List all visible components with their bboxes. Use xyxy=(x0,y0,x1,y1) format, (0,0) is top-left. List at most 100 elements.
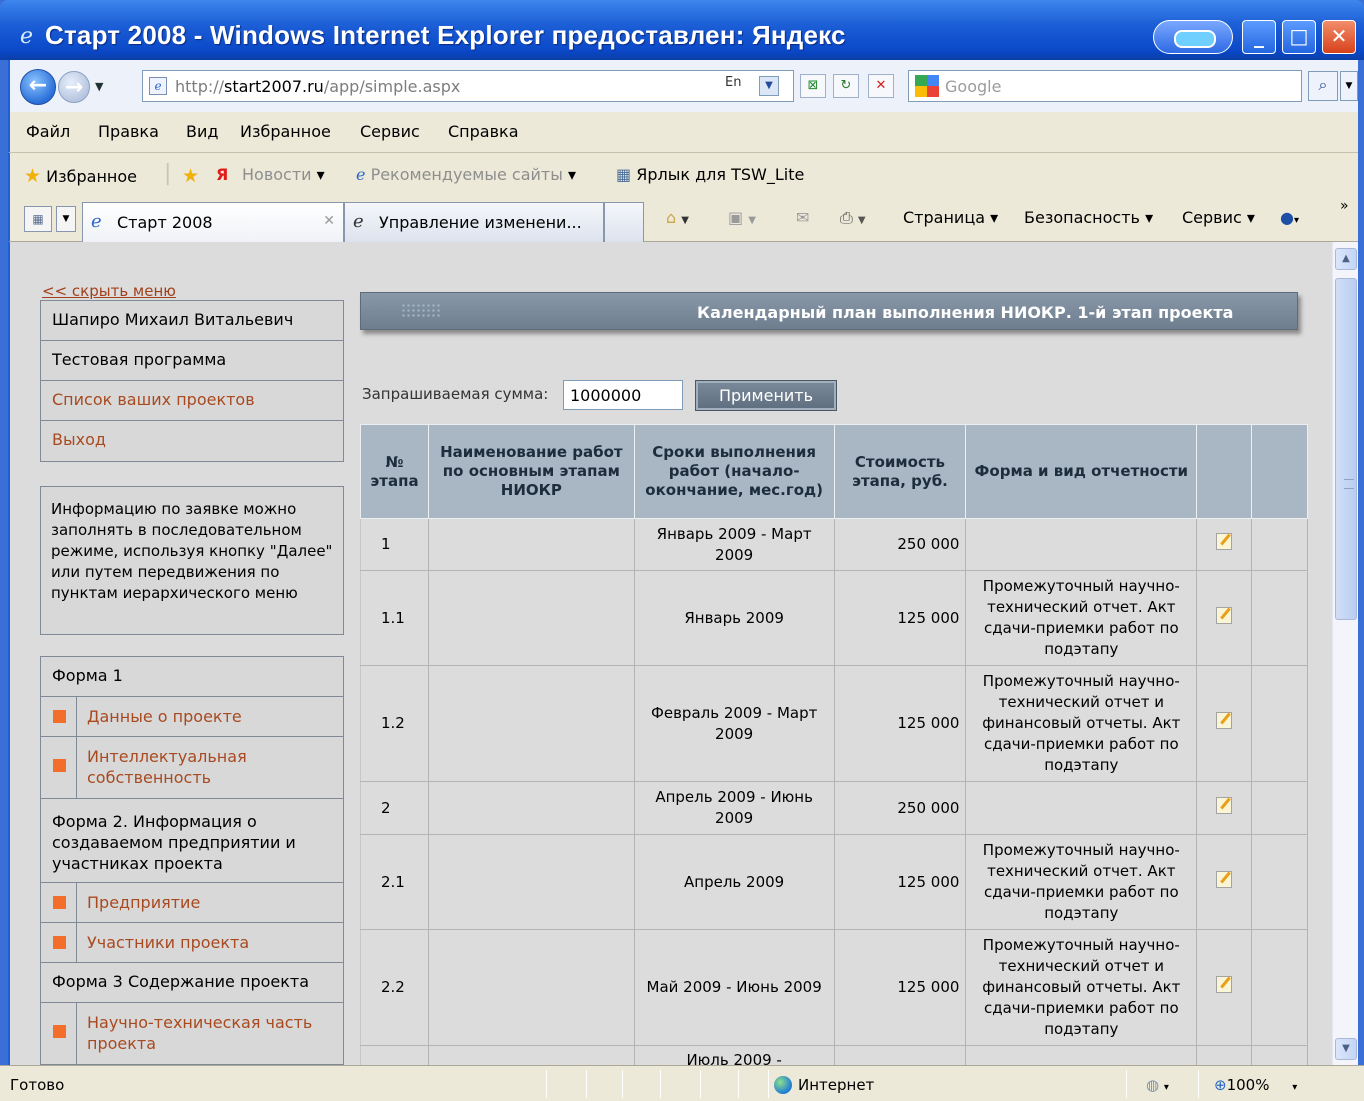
table-row: 1 Январь 2009 - Март 2009 250 000 xyxy=(360,518,1308,571)
address-input[interactable]: e http://start2007.ru/app/simple.aspx En… xyxy=(142,70,794,102)
security-zone[interactable]: Интернет xyxy=(774,1076,874,1094)
status-divider xyxy=(1198,1070,1199,1098)
table-row: 1.1 Январь 2009 125 000 Промежуточный научн… xyxy=(360,570,1308,666)
tab-list-dropdown[interactable]: ▼ xyxy=(56,206,76,232)
col-extra xyxy=(1251,424,1308,519)
close-tab-icon[interactable]: ✕ xyxy=(323,213,335,229)
sum-label: Запрашиваемая сумма: xyxy=(362,385,549,403)
bullet-icon xyxy=(53,759,66,772)
status-divider xyxy=(768,1070,769,1098)
sidebar-item-enterprise[interactable]: Предприятие xyxy=(41,883,343,923)
refresh-button[interactable]: ↻ xyxy=(833,74,859,98)
protected-mode-icon[interactable]: ◍ ▾ xyxy=(1146,1076,1169,1094)
table-row: 2.1 Апрель 2009 125 000 Промежуточный научн… xyxy=(360,834,1308,930)
menu-help[interactable]: Справка xyxy=(448,122,519,141)
table-header-row: № этапа Наименование работ по основным э… xyxy=(360,424,1308,519)
print-icon[interactable]: ⎙ ▼ xyxy=(840,208,866,228)
sidebar-item-project-data[interactable]: Данные о проекте xyxy=(41,697,343,737)
edit-icon[interactable] xyxy=(1216,870,1233,888)
hide-menu-link[interactable]: << скрыть меню xyxy=(42,282,176,300)
home-icon[interactable]: ⌂ ▼ xyxy=(666,208,689,227)
sidebar-logout-link[interactable]: Выход xyxy=(41,421,343,461)
table-row: 1.2 Февраль 2009 - Март 2009 125 000 Промеж… xyxy=(360,665,1308,782)
tab-start-2008[interactable]: e Старт 2008 ✕ xyxy=(82,202,344,242)
edit-icon[interactable] xyxy=(1216,796,1233,814)
forward-button[interactable]: → xyxy=(58,71,90,103)
stop-button[interactable]: ✕ xyxy=(868,74,894,98)
cell-extra xyxy=(1251,929,1308,1046)
cell-report: Промежуточный научно-технический отчет и… xyxy=(965,929,1198,1046)
vertical-scrollbar[interactable]: ▲ ▼ xyxy=(1332,242,1358,1065)
search-options-dropdown[interactable]: ▼ xyxy=(1340,71,1358,101)
page-menu[interactable]: Страница ▾ xyxy=(903,208,998,227)
search-button[interactable]: ⌕ xyxy=(1308,71,1338,101)
zoom-control[interactable]: ⊕100% ▾ xyxy=(1214,1076,1297,1094)
edit-icon[interactable] xyxy=(1216,976,1233,993)
security-menu[interactable]: Безопасность ▾ xyxy=(1024,208,1153,227)
help-icon[interactable]: ●▾ xyxy=(1280,208,1299,227)
back-button[interactable]: ← xyxy=(20,69,56,105)
menu-bar: Файл Правка Вид Избранное Сервис Справка xyxy=(8,112,1358,153)
more-chevron-icon[interactable]: » xyxy=(1340,198,1349,214)
quick-tabs-icon[interactable]: ▦ xyxy=(24,206,52,232)
status-divider xyxy=(546,1070,547,1098)
cell-edit xyxy=(1196,929,1253,1046)
sidebar-form1[interactable]: Форма 1 xyxy=(41,657,343,697)
tab-change-management[interactable]: e Управление изменени... xyxy=(344,202,604,242)
add-favorite-icon[interactable]: ★ xyxy=(182,165,199,187)
sidebar-form2[interactable]: Форма 2. Информация о создаваемом предпр… xyxy=(41,799,343,883)
url-text[interactable]: http://start2007.ru/app/simple.aspx xyxy=(175,77,460,96)
mail-icon[interactable]: ✉ xyxy=(796,208,809,227)
sum-input[interactable]: 1000000 xyxy=(563,380,683,410)
fav-news[interactable]: Новости ▾ xyxy=(242,165,325,184)
table-row: 2.2 Май 2009 - Июнь 2009 125 000 Промежуточ… xyxy=(360,929,1308,1046)
zone-label: Интернет xyxy=(798,1076,875,1094)
maximize-button[interactable]: □ xyxy=(1282,20,1316,54)
sidebar-item-scientific[interactable]: Научно-техническая часть проекта xyxy=(41,1003,343,1065)
edit-icon[interactable] xyxy=(1216,712,1233,729)
tab-label: Управление изменени... xyxy=(379,213,582,232)
menu-file[interactable]: Файл xyxy=(26,122,70,141)
menu-edit[interactable]: Правка xyxy=(98,122,159,141)
cell-report xyxy=(965,518,1198,571)
table-row: 2 Апрель 2009 - Июнь 2009 250 000 xyxy=(360,781,1308,835)
status-divider xyxy=(1126,1070,1127,1098)
menu-favorites[interactable]: Избранное xyxy=(240,122,331,141)
sidebar-projects-link[interactable]: Список ваших проектов xyxy=(41,381,343,421)
cell-stage: 2.1 xyxy=(360,834,429,930)
new-tab-button[interactable] xyxy=(604,202,644,242)
scroll-thumb[interactable] xyxy=(1335,278,1357,620)
tools-menu[interactable]: Сервис ▾ xyxy=(1182,208,1255,227)
sidebar-form3[interactable]: Форма 3 Содержание проекта xyxy=(41,963,343,1003)
fav-shortcut[interactable]: ▦ Ярлык для TSW_Lite xyxy=(616,165,804,184)
url-prefix: http:// xyxy=(175,77,225,96)
scroll-up-icon[interactable]: ▲ xyxy=(1335,248,1357,270)
fav-recommended[interactable]: e Рекомендуемые сайты ▾ xyxy=(356,165,576,184)
edit-icon[interactable] xyxy=(1216,533,1233,550)
cell-edit xyxy=(1196,834,1253,930)
sidebar-item-participants[interactable]: Участники проекта xyxy=(41,923,343,963)
close-button[interactable]: ✕ xyxy=(1322,20,1356,54)
menu-tools[interactable]: Сервис xyxy=(360,122,420,141)
page-header: Календарный план выполнения НИОКР. 1-й э… xyxy=(360,292,1298,330)
compat-view-icon[interactable]: ⊠ xyxy=(800,74,826,98)
search-input[interactable]: Google xyxy=(908,70,1302,102)
feeds-icon[interactable]: ▣ ▼ xyxy=(728,208,756,227)
ie-toggle-icon[interactable] xyxy=(1153,20,1233,54)
scroll-down-icon[interactable]: ▼ xyxy=(1335,1038,1357,1060)
menu-view[interactable]: Вид xyxy=(186,122,218,141)
sidebar-user-name: Шапиро Михаил Витальевич xyxy=(41,301,343,341)
favorites-button[interactable]: ★ Избранное xyxy=(24,165,137,187)
drag-handle-icon xyxy=(401,303,441,317)
cell-stage: 2.2 xyxy=(360,929,429,1046)
sidebar-item-ip[interactable]: Интеллектуальная собственность xyxy=(41,737,343,799)
apply-button[interactable]: Применить xyxy=(695,380,837,411)
cell-extra xyxy=(1251,518,1308,571)
language-indicator[interactable]: En xyxy=(725,75,741,90)
address-dropdown-button[interactable]: ▼ xyxy=(759,76,779,96)
edit-icon[interactable] xyxy=(1216,606,1233,624)
google-logo-icon xyxy=(915,75,939,97)
cell-cost xyxy=(833,1045,967,1065)
minimize-button[interactable]: _ xyxy=(1242,20,1276,54)
recent-pages-dropdown[interactable]: ▼ xyxy=(95,80,103,93)
